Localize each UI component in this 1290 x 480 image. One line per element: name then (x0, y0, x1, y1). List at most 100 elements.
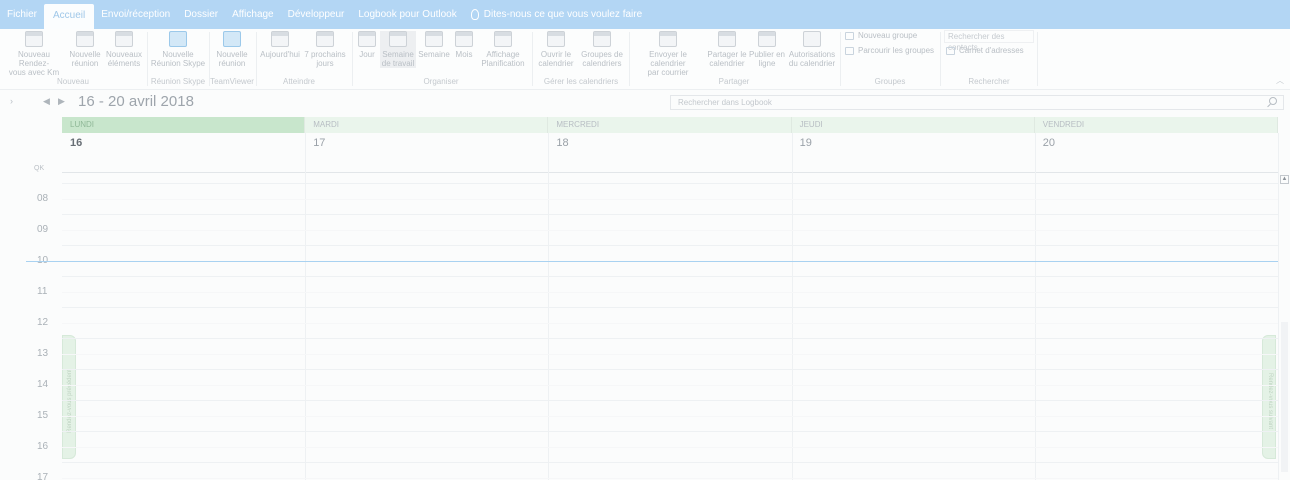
today-button[interactable]: Aujourd'hui (258, 31, 302, 59)
hour-label: 12 (37, 317, 49, 328)
hour-label: 13 (37, 348, 49, 359)
group-icon (845, 31, 854, 40)
group-label-partager: Partager (718, 77, 750, 86)
tell-me-box[interactable]: Dites-nous ce que vous voulez faire (464, 0, 649, 29)
new-items-label-2: éléments (107, 59, 141, 68)
outlook-calendar-window: Fichier Accueil Envoi/réception Dossier … (0, 0, 1290, 480)
half-hour-gridline (62, 291, 1278, 293)
scrollbar[interactable] (1281, 322, 1288, 472)
day-header-4[interactable]: VENDREDI (1034, 117, 1278, 133)
browse-groups-button[interactable]: Parcourir les groupes (845, 46, 934, 55)
schedule-view-button[interactable]: Affichage Planification (478, 31, 528, 68)
collapse-ribbon-icon[interactable]: ︿ (1276, 75, 1284, 86)
day-number-3[interactable]: 19 (792, 137, 812, 149)
hour-gridline (62, 369, 1278, 370)
group-label-nouveau: Nouveau (56, 77, 90, 86)
calendar-groups-icon (593, 31, 611, 47)
address-book-label: Carnet d'adresses (959, 46, 1024, 55)
week-view-icon (425, 31, 443, 47)
teamviewer-meeting-button[interactable]: Nouvelle réunion (211, 31, 253, 68)
new-appointment-button[interactable]: Nouveau Rendez- vous avec Km (2, 31, 66, 77)
calendar-groups-label: Groupes de (581, 50, 623, 59)
expand-folder-pane-icon[interactable]: › (10, 96, 13, 106)
date-range-title: 16 - 20 avril 2018 (78, 93, 194, 110)
publish-online-button[interactable]: Publier en ligne (748, 31, 786, 68)
skype-label: Nouvelle (162, 50, 194, 59)
address-book-button[interactable]: Carnet d'adresses (946, 46, 1024, 55)
tell-me-text: Dites-nous ce que vous voulez faire (483, 9, 643, 20)
tab-fichier[interactable]: Fichier (0, 0, 44, 29)
tab-dossier[interactable]: Dossier (177, 0, 225, 29)
share-calendar-button[interactable]: Partager le calendrier (706, 31, 748, 68)
ribbon: Nouveau Rendez- vous avec Km Nouvelle ré… (0, 29, 1290, 90)
new-group-label: Nouveau groupe (858, 31, 918, 40)
teamviewer-icon (223, 31, 241, 47)
new-meeting-button[interactable]: Nouvelle réunion (67, 31, 103, 68)
new-items-button[interactable]: Nouveaux éléments (104, 31, 144, 68)
work-week-view-button[interactable]: Semaine de travail (380, 31, 416, 68)
work-week-label-2: de travail (381, 59, 415, 68)
share-calendar-label-2: calendrier (709, 59, 745, 68)
hour-label: 09 (37, 224, 49, 235)
group-separator (840, 32, 841, 86)
hour-gridline (62, 338, 1278, 339)
group-label-atteindre: Atteindre (282, 77, 316, 86)
day-view-button[interactable]: Jour (355, 31, 379, 59)
email-calendar-label-2: par courrier (647, 68, 689, 77)
tab-affichage[interactable]: Affichage (225, 0, 281, 29)
tab-logbook[interactable]: Logbook pour Outlook (351, 0, 463, 29)
publish-online-label: Publier en (748, 50, 786, 59)
half-hour-gridline (62, 198, 1278, 200)
next-7-days-label: 7 prochains (304, 50, 346, 59)
hour-gridline (62, 307, 1278, 308)
permissions-label-2: du calendrier (788, 59, 836, 68)
calendar-groups-button[interactable]: Groupes de calendriers (578, 31, 626, 68)
search-logbook-input[interactable]: Rechercher dans Logbook (670, 95, 1284, 110)
search-contacts-input[interactable]: Rechercher des contacts (944, 30, 1034, 52)
calendar-permissions-button[interactable]: Autorisations du calendrier (787, 31, 837, 68)
email-calendar-button[interactable]: Envoyer le calendrier par courrier (631, 31, 705, 77)
lightbulb-icon (470, 9, 479, 20)
group-label-rechercher: Rechercher (968, 77, 1010, 86)
day-number-0[interactable]: 16 (62, 137, 82, 149)
day-header-1[interactable]: MARDI (305, 117, 549, 133)
month-view-button[interactable]: Mois (452, 31, 476, 59)
search-icon[interactable] (1269, 97, 1277, 105)
tab-accueil[interactable]: Accueil (44, 4, 95, 29)
group-separator (629, 32, 630, 86)
group-label-skype: Réunion Skype (150, 77, 206, 86)
today-icon (271, 31, 289, 47)
day-header-0[interactable]: LUNDI (62, 117, 306, 133)
tab-envoi-reception[interactable]: Envoi/réception (94, 0, 177, 29)
hour-gridline (62, 183, 1278, 184)
next-arrow-icon[interactable]: ▶ (58, 96, 65, 107)
day-header-3[interactable]: JEUDI (791, 117, 1035, 133)
day-number-1[interactable]: 17 (305, 137, 325, 149)
skype-meeting-button[interactable]: Nouvelle Réunion Skype (150, 31, 206, 68)
group-separator (1037, 32, 1038, 86)
day-number-4[interactable]: 20 (1035, 137, 1055, 149)
scroll-up-icon[interactable]: ▲ (1280, 175, 1289, 184)
half-hour-gridline (62, 353, 1278, 355)
previous-arrow-icon[interactable]: ◀ (43, 96, 50, 107)
all-day-row[interactable] (62, 133, 1278, 173)
hour-label: 16 (37, 441, 49, 452)
day-number-2[interactable]: 18 (548, 137, 568, 149)
open-calendar-icon (547, 31, 565, 47)
half-hour-gridline (62, 446, 1278, 448)
week-view-label: Semaine (418, 50, 450, 59)
publish-online-icon (758, 31, 776, 47)
tab-developpeur[interactable]: Développeur (281, 0, 352, 29)
new-group-button[interactable]: Nouveau groupe (845, 31, 917, 40)
schedule-view-label: Affichage (486, 50, 520, 59)
share-calendar-icon (718, 31, 736, 47)
new-meeting-label-2: réunion (71, 59, 99, 68)
search-icon (845, 46, 854, 55)
day-view-icon (358, 31, 376, 47)
open-calendar-button[interactable]: Ouvrir le calendrier (535, 31, 577, 68)
hour-gridline (62, 462, 1278, 463)
week-view-button[interactable]: Semaine (417, 31, 451, 59)
browse-groups-label: Parcourir les groupes (858, 46, 935, 55)
day-header-2[interactable]: MERCREDI (548, 117, 792, 133)
next-7-days-button[interactable]: 7 prochains jours (303, 31, 347, 68)
